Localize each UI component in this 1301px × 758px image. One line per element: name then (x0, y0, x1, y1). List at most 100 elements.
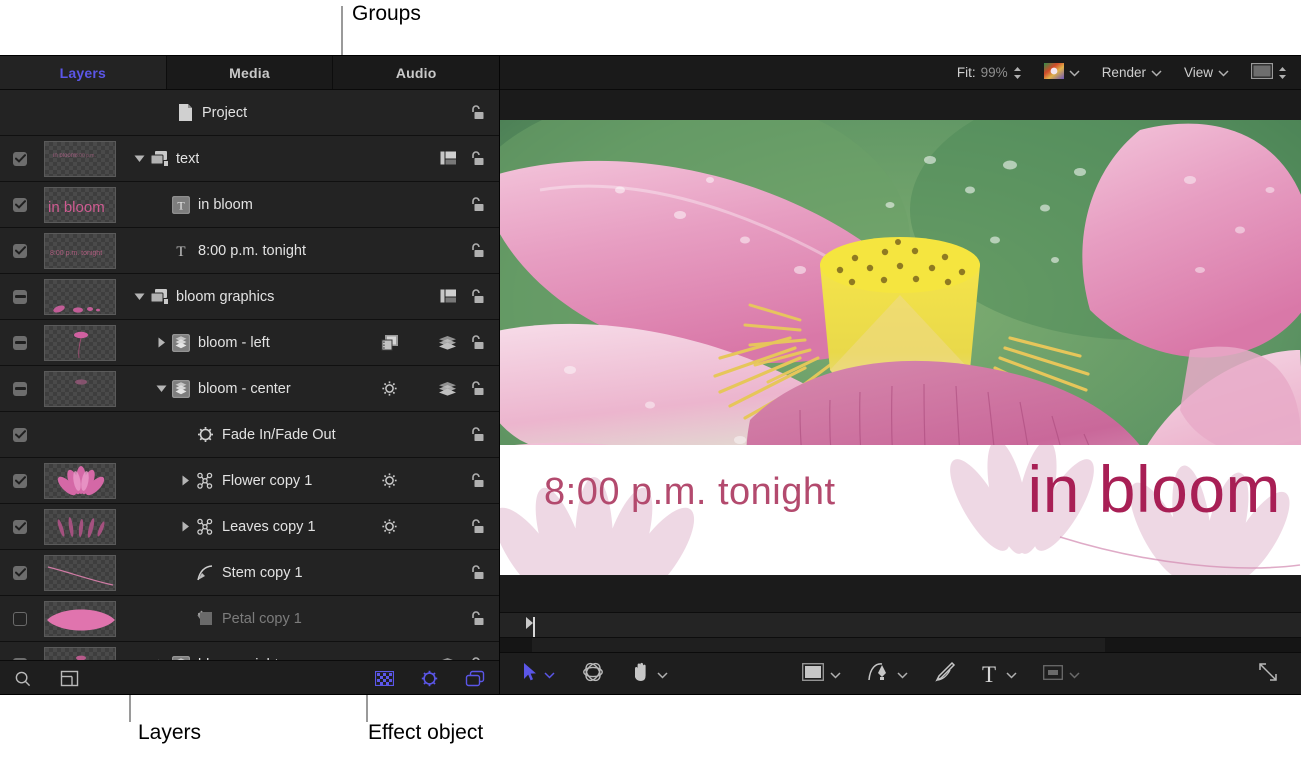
select-tool[interactable] (522, 662, 555, 687)
layer-visibility-checkbox[interactable] (13, 428, 27, 442)
lock-toggle[interactable] (468, 426, 485, 443)
layer-visibility-checkbox[interactable] (13, 198, 27, 212)
layer-name-cell[interactable]: bloom graphics (120, 274, 381, 320)
behavior-gear-icon[interactable] (420, 669, 439, 688)
3d-transform-tool[interactable] (581, 661, 605, 688)
layer-name-cell[interactable]: Stem copy 1 (120, 550, 381, 596)
group-mask-badge[interactable] (440, 289, 457, 304)
layer-stack-badge[interactable] (438, 382, 457, 396)
layer-row[interactable]: in bloom8:00 p.m.text (0, 136, 499, 182)
shape-tool[interactable] (802, 663, 841, 686)
behavior-badge[interactable] (381, 472, 398, 489)
disclosure-triangle[interactable] (176, 521, 194, 532)
layer-list[interactable]: Projectin bloom8:00 p.m.textin bloomTin … (0, 90, 499, 660)
paint-stroke-tool[interactable] (934, 661, 956, 688)
layer-row[interactable]: Leaves copy 1 (0, 504, 499, 550)
arrow-select-icon (522, 662, 538, 687)
text-tool[interactable]: T (982, 663, 1017, 686)
layer-row[interactable]: Project (0, 90, 499, 136)
layer-row[interactable]: Flower copy 1 (0, 458, 499, 504)
lock-toggle[interactable] (468, 288, 485, 305)
layer-name-cell[interactable]: Project (120, 90, 381, 136)
disclosure-triangle[interactable] (152, 384, 170, 393)
behavior-badge[interactable] (381, 518, 398, 535)
canvas-viewer-area[interactable]: 8:00 p.m. tonight in bloom (500, 90, 1301, 612)
layer-name-cell[interactable]: bloom - center (120, 366, 381, 412)
disclosure-triangle[interactable] (130, 154, 148, 163)
disclosure-triangle[interactable] (130, 292, 148, 301)
pan-tool[interactable] (631, 661, 668, 688)
lock-toggle[interactable] (468, 518, 485, 535)
layer-visibility-checkbox[interactable] (13, 658, 27, 661)
layer-row[interactable]: bloom - left (0, 320, 499, 366)
lock-toggle[interactable] (468, 472, 485, 489)
disclosure-triangle[interactable] (152, 337, 170, 348)
group-mask-badge[interactable] (440, 151, 457, 166)
lock-toggle[interactable] (468, 104, 485, 121)
lock-toggle[interactable] (468, 242, 485, 259)
bezier-tool[interactable] (867, 661, 908, 688)
fit-zoom-control[interactable]: Fit: 99% (957, 65, 1022, 80)
lock-toggle[interactable] (468, 334, 485, 351)
layer-visibility-checkbox[interactable] (13, 474, 27, 488)
layer-name-cell[interactable]: Fade In/Fade Out (120, 412, 381, 458)
behavior-badge[interactable] (381, 380, 398, 397)
layer-stack-badge[interactable] (438, 336, 457, 350)
lock-toggle[interactable] (468, 610, 485, 627)
layer-row[interactable]: bloom graphics (0, 274, 499, 320)
layer-visibility-checkbox[interactable] (13, 244, 27, 258)
layer-status-icons (381, 274, 499, 320)
view-menu[interactable]: View (1184, 65, 1229, 80)
thumbnail-art: in bloom (45, 188, 115, 222)
layer-name-cell[interactable]: text (120, 136, 381, 182)
layer-visibility-checkbox[interactable] (13, 336, 27, 350)
layer-row[interactable]: bloom - center (0, 366, 499, 412)
layer-stack-badge[interactable] (438, 658, 457, 661)
layer-row[interactable]: Fade In/Fade Out (0, 412, 499, 458)
layer-name-cell[interactable]: Leaves copy 1 (120, 504, 381, 550)
layer-name-cell[interactable]: Tin bloom (120, 182, 381, 228)
layer-row[interactable]: in bloomTin bloom (0, 182, 499, 228)
timeline-track[interactable] (500, 638, 1301, 652)
lock-toggle[interactable] (468, 656, 485, 660)
frame-icon[interactable] (60, 669, 79, 688)
disclosure-triangle[interactable] (176, 475, 194, 486)
layer-row[interactable]: Stem copy 1 (0, 550, 499, 596)
duplicate-layers-icon[interactable] (465, 670, 485, 688)
color-gradient-control[interactable] (1044, 63, 1080, 82)
filmstrip-badge[interactable] (381, 334, 399, 352)
mini-timeline[interactable] (500, 612, 1301, 638)
lock-toggle[interactable] (468, 150, 485, 167)
tab-media[interactable]: Media (167, 56, 334, 89)
layer-visibility-checkbox[interactable] (13, 152, 27, 166)
layer-visibility-checkbox[interactable] (13, 520, 27, 534)
layer-thumbnail-cell (40, 412, 120, 458)
layer-row[interactable]: bloom - right (0, 642, 499, 660)
search-icon[interactable] (14, 670, 32, 688)
lock-toggle[interactable] (468, 196, 485, 213)
layer-row[interactable]: 8:00 p.m. tonightT8:00 p.m. tonight (0, 228, 499, 274)
layer-visibility-checkbox[interactable] (13, 382, 27, 396)
layer-visibility-checkbox[interactable] (13, 290, 27, 304)
layer-name-cell[interactable]: bloom - left (120, 320, 381, 366)
checkerboard-icon[interactable] (375, 671, 394, 686)
project-preview[interactable]: 8:00 p.m. tonight in bloom (500, 120, 1301, 575)
render-menu[interactable]: Render (1102, 65, 1162, 80)
tab-layers[interactable]: Layers (0, 56, 167, 89)
lock-toggle[interactable] (468, 564, 485, 581)
fullscreen-toggle[interactable] (1257, 661, 1279, 688)
layer-name-cell[interactable]: bloom - right (120, 642, 381, 661)
mask-tool[interactable] (1043, 665, 1080, 685)
layer-name-cell[interactable]: Petal copy 1 (120, 596, 381, 642)
tab-audio[interactable]: Audio (333, 56, 499, 89)
layer-row[interactable]: Petal copy 1 (0, 596, 499, 642)
layer-visibility-cell (0, 320, 40, 366)
layer-name-cell[interactable]: Flower copy 1 (120, 458, 381, 504)
layer-name-cell[interactable]: T8:00 p.m. tonight (120, 228, 381, 274)
lock-toggle[interactable] (468, 380, 485, 397)
display-mode-control[interactable] (1251, 63, 1287, 82)
layer-visibility-checkbox[interactable] (13, 612, 27, 626)
disclosure-triangle[interactable] (152, 659, 170, 660)
text-plain-icon: T (170, 242, 192, 260)
layer-visibility-checkbox[interactable] (13, 566, 27, 580)
